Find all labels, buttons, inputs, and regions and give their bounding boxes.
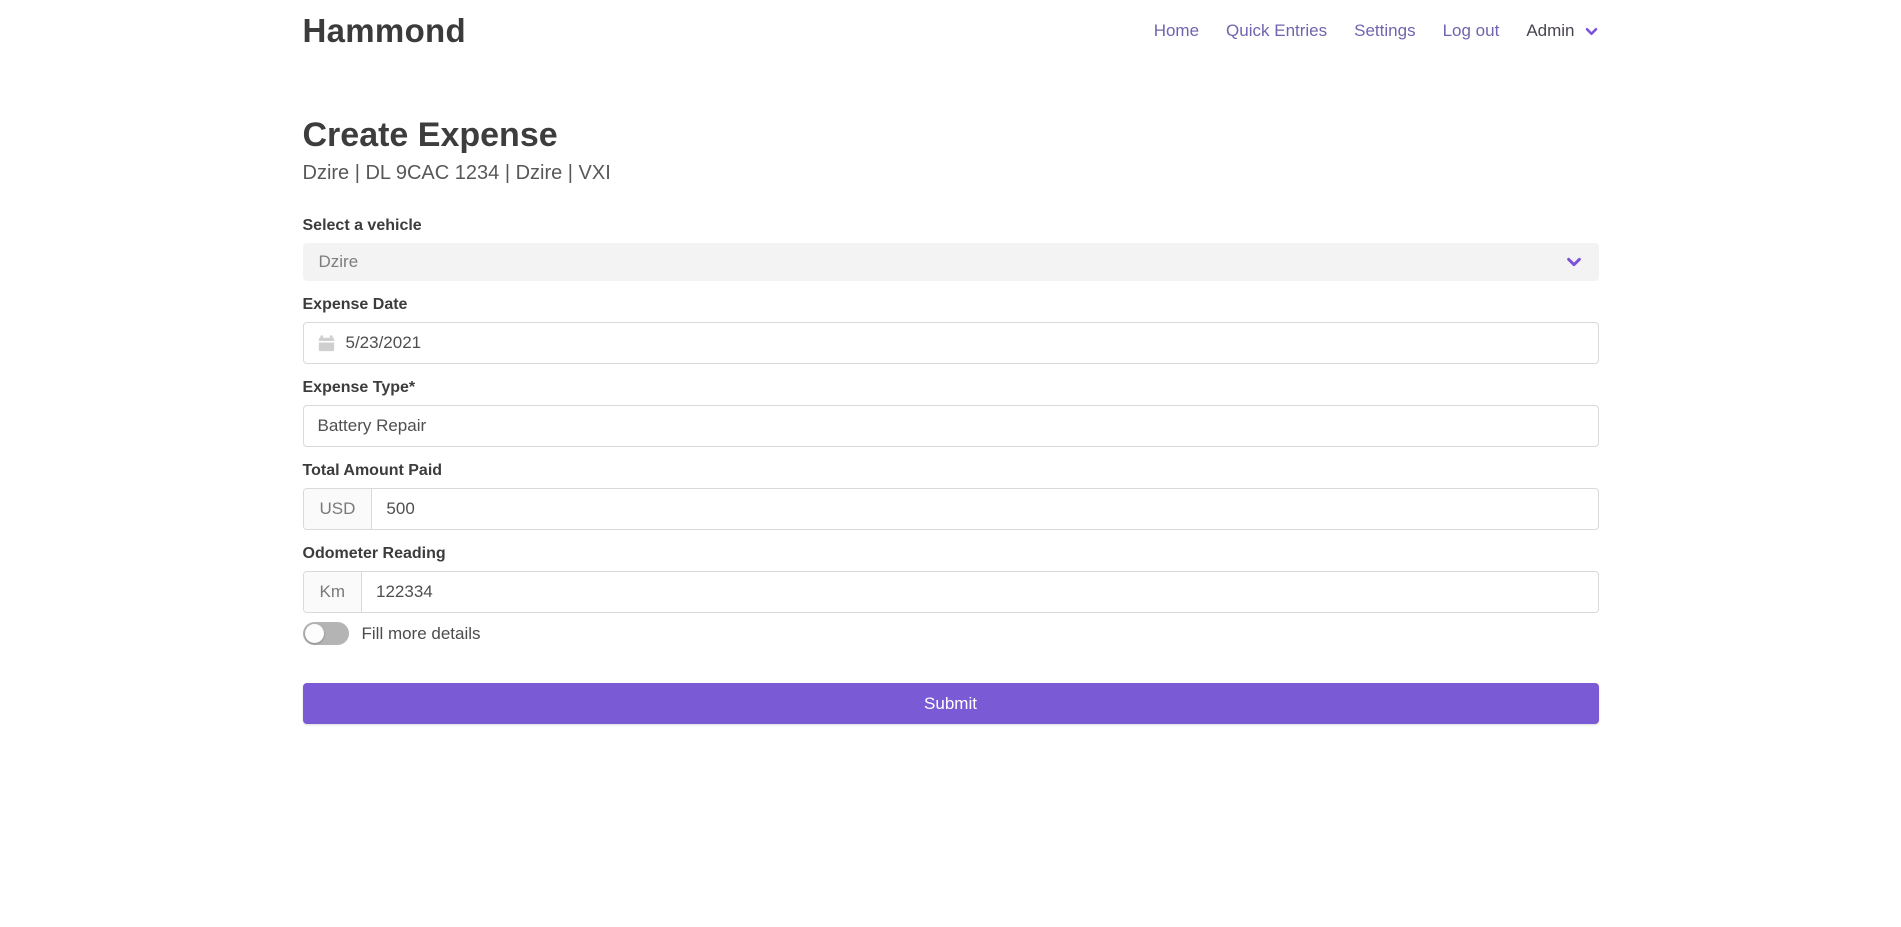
nav-item-quick-entries[interactable]: Quick Entries [1226,21,1327,41]
total-amount-field-wrap: USD [303,488,1599,530]
chevron-down-icon [1565,253,1583,271]
currency-unit-prefix: USD [304,489,373,529]
total-amount-input[interactable] [372,489,1597,529]
header: Hammond Home Quick Entries Settings Log … [303,0,1599,50]
fill-more-details-label: Fill more details [362,624,481,644]
odometer-input[interactable] [362,572,1598,612]
nav-item-logout[interactable]: Log out [1443,21,1500,41]
submit-button[interactable]: Submit [303,683,1599,724]
fill-more-details-toggle[interactable] [303,622,349,645]
expense-date-field-wrap [303,322,1599,364]
expense-type-field-wrap [303,405,1599,447]
distance-unit-prefix: Km [304,572,363,612]
expense-type-input[interactable] [318,406,1584,446]
vehicle-summary: Dzire | DL 9CAC 1234 | Dzire | VXI [303,162,1599,185]
total-amount-label: Total Amount Paid [303,462,1599,480]
fill-more-details-row: Fill more details [303,622,1599,645]
main-nav: Home Quick Entries Settings Log out Admi… [1154,21,1599,41]
main-content: Create Expense Dzire | DL 9CAC 1234 | Dz… [303,116,1599,724]
brand-logo[interactable]: Hammond [303,12,466,50]
admin-user-menu[interactable]: Admin [1526,21,1598,41]
admin-menu-label: Admin [1526,21,1574,41]
expense-date-label: Expense Date [303,296,1599,314]
page-title: Create Expense [303,116,1599,155]
create-expense-form: Select a vehicle Dzire Expense Date Ex [303,217,1599,724]
expense-date-input[interactable] [346,323,1584,363]
odometer-field-wrap: Km [303,571,1599,613]
nav-item-home[interactable]: Home [1154,21,1199,41]
nav-item-settings[interactable]: Settings [1354,21,1415,41]
vehicle-select-value: Dzire [319,252,359,272]
vehicle-select-label: Select a vehicle [303,217,1599,235]
odometer-label: Odometer Reading [303,545,1599,563]
vehicle-select[interactable]: Dzire [303,243,1599,281]
toggle-knob [305,624,324,643]
calendar-icon [318,335,335,352]
expense-type-label: Expense Type* [303,379,1599,397]
chevron-down-icon [1584,24,1599,39]
